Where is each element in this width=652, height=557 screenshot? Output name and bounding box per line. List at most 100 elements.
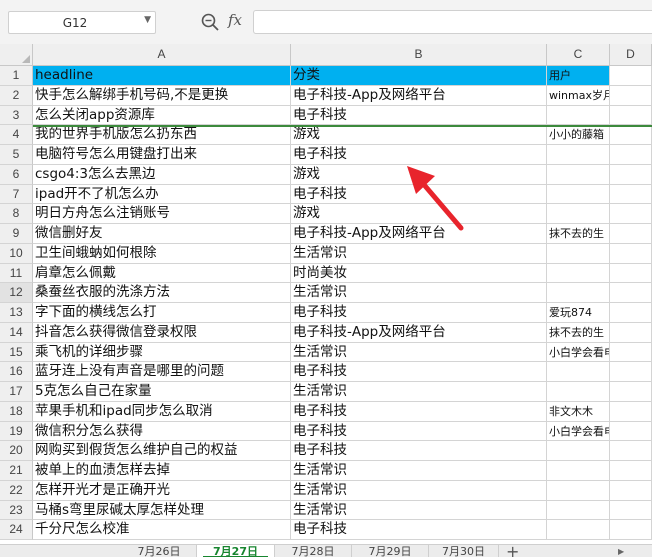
row-header[interactable]: 23 — [0, 500, 33, 521]
cell-user[interactable] — [547, 145, 610, 165]
cell-category[interactable]: 电子科技 — [291, 401, 547, 422]
cell-category[interactable]: 生活常识 — [291, 480, 547, 501]
sheet-tab[interactable]: 7月26日 — [122, 545, 197, 557]
row-header[interactable]: 22 — [0, 480, 33, 501]
sheet-tab[interactable]: 7月30日 — [429, 545, 499, 557]
cell-headline[interactable]: 抖音怎么获得微信登录权限 — [33, 322, 291, 343]
header-cell-user[interactable]: 用户 — [547, 66, 610, 86]
cell-category[interactable]: 生活常识 — [291, 342, 547, 363]
row-header[interactable]: 10 — [0, 243, 33, 264]
grid-cell[interactable] — [610, 461, 652, 481]
cell-user[interactable]: winmax岁月 — [547, 85, 610, 106]
cell-headline[interactable]: 明日方舟怎么注销账号 — [33, 204, 291, 224]
cell-headline[interactable]: 微信积分怎么获得 — [33, 421, 291, 442]
cell-category[interactable]: 游戏 — [291, 125, 547, 145]
cell-user[interactable] — [547, 164, 610, 185]
row-header[interactable]: 19 — [0, 421, 33, 442]
cell-user[interactable]: 小白学会看电脑 — [547, 421, 610, 442]
cell-category[interactable]: 电子科技 — [291, 520, 547, 540]
cell-category[interactable]: 电子科技 — [291, 362, 547, 382]
header-cell-category[interactable]: 分类 — [291, 66, 547, 86]
cell-headline[interactable]: 苹果手机和ipad同步怎么取消 — [33, 401, 291, 422]
cell-user[interactable] — [547, 105, 610, 126]
row-header[interactable]: 9 — [0, 224, 33, 244]
cell-user[interactable] — [547, 500, 610, 521]
grid-cell[interactable] — [610, 85, 652, 106]
grid-cell[interactable] — [610, 283, 652, 303]
row-header[interactable]: 21 — [0, 461, 33, 481]
cell-user[interactable] — [547, 382, 610, 402]
row-header[interactable]: 2 — [0, 85, 33, 106]
cell-category[interactable]: 电子科技 — [291, 105, 547, 126]
cell-headline[interactable]: ipad开不了机怎么办 — [33, 184, 291, 205]
row-header[interactable]: 12 — [0, 283, 33, 303]
cell-category[interactable]: 生活常识 — [291, 382, 547, 402]
grid-cell[interactable] — [610, 204, 652, 224]
chevron-right-icon[interactable]: ▶ — [618, 547, 624, 556]
cell-user[interactable] — [547, 204, 610, 224]
grid-cell[interactable] — [610, 66, 652, 86]
select-all-corner[interactable] — [0, 44, 33, 66]
add-sheet-button[interactable]: + — [506, 545, 519, 557]
cell-headline[interactable]: 蓝牙连上没有声音是哪里的问题 — [33, 362, 291, 382]
row-header[interactable]: 18 — [0, 401, 33, 422]
cell-user[interactable] — [547, 263, 610, 284]
row-header[interactable]: 5 — [0, 145, 33, 165]
row-header[interactable]: 16 — [0, 362, 33, 382]
row-header[interactable]: 17 — [0, 382, 33, 402]
cell-user[interactable]: 小白学会看电脑 — [547, 342, 610, 363]
column-header-c[interactable]: C — [547, 44, 610, 66]
cell-category[interactable]: 游戏 — [291, 204, 547, 224]
grid-cell[interactable] — [610, 382, 652, 402]
cell-category[interactable]: 生活常识 — [291, 283, 547, 303]
sheet-tab[interactable]: 7月29日 — [352, 545, 429, 557]
grid-cell[interactable] — [610, 243, 652, 264]
cell-user[interactable] — [547, 362, 610, 382]
grid-cell[interactable] — [610, 322, 652, 343]
grid-cell[interactable] — [610, 401, 652, 422]
cell-category[interactable]: 时尚美妆 — [291, 263, 547, 284]
grid-cell[interactable] — [610, 164, 652, 185]
cell-headline[interactable]: 字下面的横线怎么打 — [33, 303, 291, 323]
cell-category[interactable]: 电子科技-App及网络平台 — [291, 224, 547, 244]
cell-headline[interactable]: 千分尺怎么校准 — [33, 520, 291, 540]
cell-category[interactable]: 电子科技-App及网络平台 — [291, 322, 547, 343]
grid-cell[interactable] — [610, 421, 652, 442]
cell-headline[interactable]: 乘飞机的详细步骤 — [33, 342, 291, 363]
sheet-tab-active[interactable]: 7月27日 — [197, 545, 275, 557]
cell-headline[interactable]: 怎样开光才是正确开光 — [33, 480, 291, 501]
cell-category[interactable]: 游戏 — [291, 164, 547, 185]
cell-user[interactable] — [547, 480, 610, 501]
cell-user[interactable] — [547, 283, 610, 303]
row-header[interactable]: 7 — [0, 184, 33, 205]
cell-headline[interactable]: 网购买到假货怎么维护自己的权益 — [33, 441, 291, 461]
grid-cell[interactable] — [610, 125, 652, 145]
column-header-a[interactable]: A — [33, 44, 291, 66]
cell-headline[interactable]: csgo4:3怎么去黑边 — [33, 164, 291, 185]
cell-category[interactable]: 电子科技-App及网络平台 — [291, 85, 547, 106]
cell-user[interactable] — [547, 184, 610, 205]
cell-category[interactable]: 电子科技 — [291, 145, 547, 165]
cell-headline[interactable]: 电脑符号怎么用键盘打出来 — [33, 145, 291, 165]
name-box[interactable]: G12 ▼ — [8, 11, 156, 34]
grid-cell[interactable] — [610, 263, 652, 284]
chevron-down-icon[interactable]: ▼ — [144, 15, 151, 25]
cell-category[interactable]: 生活常识 — [291, 243, 547, 264]
header-cell-headline[interactable]: headline — [33, 66, 291, 86]
fx-icon[interactable]: fx — [228, 11, 242, 29]
row-header[interactable]: 4 — [0, 125, 33, 145]
cell-user[interactable]: 小小的藤箱 — [547, 125, 610, 145]
cell-user[interactable]: 抹不去的生 — [547, 224, 610, 244]
grid-cell[interactable] — [610, 500, 652, 521]
row-header[interactable]: 14 — [0, 322, 33, 343]
cell-headline[interactable]: 马桶s弯里尿碱太厚怎样处理 — [33, 500, 291, 521]
grid-cell[interactable] — [610, 105, 652, 126]
formula-input[interactable] — [253, 10, 652, 34]
row-header[interactable]: 1 — [0, 66, 33, 86]
cell-headline[interactable]: 卫生间蛾蚋如何根除 — [33, 243, 291, 264]
cell-category[interactable]: 生活常识 — [291, 461, 547, 481]
cell-category[interactable]: 电子科技 — [291, 184, 547, 205]
cell-user[interactable] — [547, 441, 610, 461]
cell-headline[interactable]: 5克怎么自己在家量 — [33, 382, 291, 402]
row-header[interactable]: 6 — [0, 164, 33, 185]
